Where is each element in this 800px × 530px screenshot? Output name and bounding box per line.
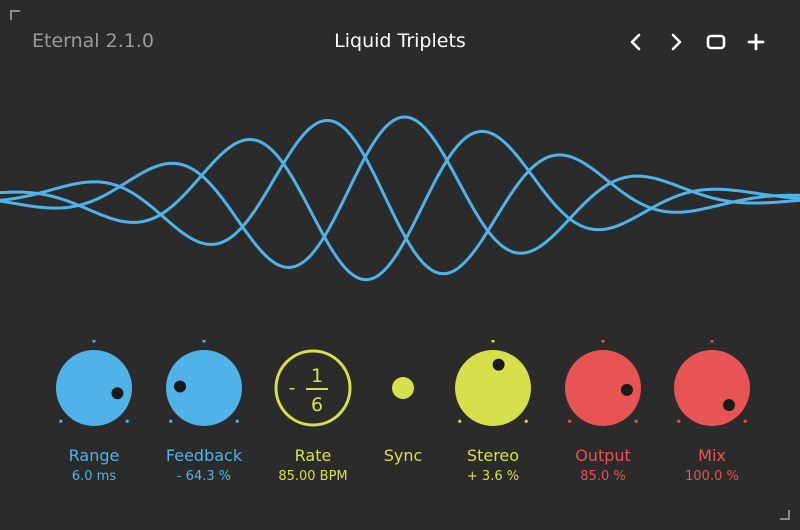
feedback-knob[interactable] — [149, 340, 259, 440]
range-value[interactable]: 6.0 ms — [39, 469, 149, 484]
range-label: Range — [68, 446, 120, 465]
knob-tick-mark — [92, 340, 96, 343]
output-value[interactable]: 85.0 % — [548, 469, 658, 484]
output-knob[interactable] — [548, 340, 658, 440]
waveform-line-3 — [0, 129, 800, 282]
knob-tick-mark — [59, 419, 63, 423]
knob-tick-mark — [125, 419, 129, 423]
knob-tick-mark — [458, 419, 462, 423]
chevron-right-icon — [671, 33, 682, 51]
output-label: Output — [575, 446, 631, 465]
resize-corner-top-left — [10, 10, 20, 20]
knob-tick-mark — [524, 419, 528, 423]
sync-indicator[interactable] — [392, 377, 414, 399]
knob-tick-mark — [634, 419, 638, 423]
knob-indicator — [620, 383, 633, 396]
rate-value[interactable]: 85.00 BPM — [258, 469, 368, 484]
knob-tick-mark — [491, 340, 495, 343]
knob-tick-mark — [743, 419, 747, 423]
knob-indicator — [111, 387, 124, 400]
stereo-knob[interactable] — [438, 340, 548, 440]
resize-corner-bottom-right[interactable] — [780, 510, 790, 520]
rate-numerator: 1 — [311, 365, 323, 387]
next-preset-button[interactable] — [656, 26, 696, 58]
preset-nav — [616, 26, 776, 58]
knob-tick-mark — [169, 419, 173, 423]
knob-indicator — [174, 380, 187, 393]
stereo-value[interactable]: + 3.6 % — [438, 469, 548, 484]
window-button[interactable] — [696, 26, 736, 58]
waveform-line-1 — [0, 115, 800, 269]
feedback-label: Feedback — [165, 446, 243, 465]
rate-sign: - — [289, 377, 296, 399]
knob-body[interactable] — [674, 350, 750, 426]
add-preset-button[interactable] — [736, 26, 776, 58]
stereo-label: Stereo — [466, 446, 520, 465]
knob-tick-mark — [710, 340, 714, 343]
mix-label: Mix — [698, 446, 726, 465]
knob-indicator — [492, 358, 505, 371]
knob-tick-mark — [235, 419, 239, 423]
plus-icon — [747, 33, 765, 51]
mix-value[interactable]: 100.0 % — [657, 469, 767, 484]
square-icon — [706, 34, 726, 50]
knob-tick-mark — [677, 419, 681, 423]
previous-preset-button[interactable] — [616, 26, 656, 58]
knob-body[interactable] — [455, 350, 531, 426]
delay-waveform-display — [0, 115, 800, 282]
chevron-left-icon — [630, 33, 641, 51]
knob-tick-mark — [601, 340, 605, 343]
feedback-value[interactable]: - 64.3 % — [149, 469, 259, 484]
rate-denominator: 6 — [311, 394, 323, 416]
knob-indicator — [722, 398, 735, 411]
mix-knob[interactable] — [657, 340, 767, 440]
knob-body[interactable] — [56, 350, 132, 426]
range-knob[interactable] — [39, 340, 149, 440]
knob-tick-mark — [568, 419, 572, 423]
knob-tick-mark — [202, 340, 206, 343]
